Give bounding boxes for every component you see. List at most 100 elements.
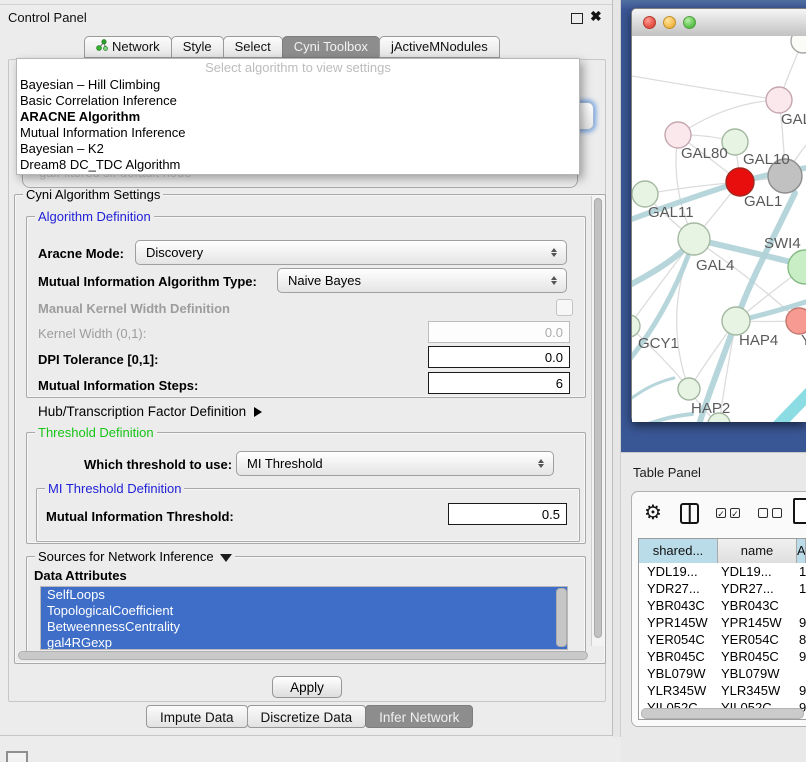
column-header-shared[interactable]: shared... xyxy=(639,539,718,563)
docked-panel-icon[interactable] xyxy=(6,751,28,762)
network-node[interactable] xyxy=(722,307,750,335)
new-document-icon[interactable] xyxy=(793,498,806,524)
mi-threshold-label: Mutual Information Threshold: xyxy=(46,509,234,524)
network-edge[interactable] xyxy=(632,414,692,422)
table-row[interactable]: YDR27...YDR27...12 xyxy=(639,580,806,597)
tab-jactivemnodules[interactable]: jActiveMNodules xyxy=(379,36,500,58)
column-header-a[interactable]: A xyxy=(797,539,806,563)
node-table: shared...nameA YDL19...YDL19...13YDR27..… xyxy=(638,538,806,720)
select-all-columns-icon[interactable]: ✓ ✓ xyxy=(716,508,740,518)
table-row[interactable]: YBL079WYBL079W xyxy=(639,665,806,682)
node-label: Y xyxy=(801,332,806,349)
which-threshold-label: Which threshold to use: xyxy=(84,457,232,472)
tab-infer-network[interactable]: Infer Network xyxy=(365,705,473,728)
cell: 9. xyxy=(799,648,806,665)
which-threshold-select[interactable]: MI Threshold xyxy=(236,451,554,476)
table-row[interactable]: YER054CYER054C8. xyxy=(639,631,806,648)
gear-icon[interactable]: ⚙ xyxy=(644,500,662,525)
node-label: GAL4 xyxy=(696,257,734,274)
node-label: GAL11 xyxy=(648,204,694,221)
settings-vertical-scrollbar[interactable] xyxy=(591,196,604,646)
attribute-item-topologicalcoefficient[interactable]: TopologicalCoefficient xyxy=(41,603,567,619)
attribute-item-selfloops[interactable]: SelfLoops xyxy=(41,587,567,603)
network-edge[interactable] xyxy=(632,76,779,100)
apply-button[interactable]: Apply xyxy=(272,676,342,698)
network-node[interactable] xyxy=(791,36,806,53)
cell: YDR27... xyxy=(721,580,774,597)
tab-select[interactable]: Select xyxy=(223,36,283,58)
algorithm-option-bayesian-k2[interactable]: Bayesian – K2 xyxy=(17,141,579,157)
traffic-light-zoom-icon[interactable] xyxy=(683,16,696,29)
close-icon[interactable]: ✖ xyxy=(590,8,602,25)
hub-definition-toggle[interactable]: Hub/Transcription Factor Definition xyxy=(38,404,262,419)
dpi-tolerance-label: DPI Tolerance [0,1]: xyxy=(38,352,158,367)
node-label: HAP4 xyxy=(739,332,778,349)
kernel-width-label: Kernel Width (0,1): xyxy=(38,326,146,341)
network-node[interactable] xyxy=(788,250,806,284)
tab-style[interactable]: Style xyxy=(171,36,224,58)
network-node[interactable] xyxy=(632,315,640,337)
table-row[interactable]: YLR345WYLR345W9. xyxy=(639,682,806,699)
network-window-titlebar[interactable] xyxy=(632,9,806,37)
cell: YBR043C xyxy=(647,597,705,614)
node-label: SWI4 xyxy=(764,235,801,252)
tab-cyni-toolbox[interactable]: Cyni Toolbox xyxy=(282,36,380,58)
group-title: Algorithm Definition xyxy=(35,209,154,224)
panel-divider[interactable] xyxy=(613,0,621,737)
kernel-width-input[interactable] xyxy=(428,321,570,343)
cell: 13 xyxy=(799,563,806,580)
float-window-icon[interactable] xyxy=(571,13,583,24)
attribute-item-betweennesscentrality[interactable]: BetweennessCentrality xyxy=(41,619,567,635)
algorithm-option-bayesian-hill-climbing[interactable]: Bayesian – Hill Climbing xyxy=(17,77,579,93)
tab-discretize-data[interactable]: Discretize Data xyxy=(247,705,367,728)
manual-kernel-checkbox[interactable] xyxy=(556,299,573,316)
cell: YBR045C xyxy=(721,648,779,665)
traffic-light-close-icon[interactable] xyxy=(643,16,656,29)
expand-arrow-icon xyxy=(254,407,262,417)
table-horizontal-scrollbar[interactable] xyxy=(641,707,804,718)
algorithm-dropdown-list: Select algorithm to view settings Bayesi… xyxy=(16,58,580,175)
algorithm-option-mutual-information-inference[interactable]: Mutual Information Inference xyxy=(17,125,579,141)
mi-type-select[interactable]: Naive Bayes xyxy=(277,268,567,293)
network-node[interactable] xyxy=(678,378,700,400)
deselect-all-columns-icon[interactable] xyxy=(758,508,782,518)
mi-steps-input[interactable] xyxy=(428,372,570,394)
algorithm-option-aracne-algorithm[interactable]: ARACNE Algorithm xyxy=(17,109,579,125)
column-header-name[interactable]: name xyxy=(718,539,797,563)
node-label: GAL1 xyxy=(744,193,782,210)
settings-horizontal-scrollbar[interactable] xyxy=(17,650,589,662)
network-edge[interactable] xyxy=(632,378,674,404)
attribute-list-scrollbar[interactable] xyxy=(556,588,567,647)
network-canvas[interactable]: GALGAL80GAL10GAL1GAL11SWI4GAL4GCY1HAP4YH… xyxy=(632,36,806,422)
combo-stepper-icon xyxy=(533,459,549,468)
split-view-icon[interactable] xyxy=(680,503,699,524)
algorithm-option-basic-correlation-inference[interactable]: Basic Correlation Inference xyxy=(17,93,579,109)
network-edge[interactable] xyxy=(768,384,806,422)
table-row[interactable]: YBR045CYBR045C9. xyxy=(639,648,806,665)
network-edge[interactable] xyxy=(678,100,779,135)
mi-type-label: Mutual Information Algorithm Type: xyxy=(38,274,257,289)
dropdown-hint: Select algorithm to view settings xyxy=(17,59,579,77)
tab-impute-data[interactable]: Impute Data xyxy=(146,705,248,728)
table-row[interactable]: YBR043CYBR043C xyxy=(639,597,806,614)
table-rows: YDL19...YDL19...13YDR27...YDR27...12YBR0… xyxy=(639,563,806,716)
network-node[interactable] xyxy=(678,223,710,255)
tab-label: Select xyxy=(235,36,271,58)
dpi-tolerance-input[interactable] xyxy=(428,346,570,368)
sources-group-title[interactable]: Sources for Network Inference xyxy=(35,549,235,564)
network-graph: GALGAL80GAL10GAL1GAL11SWI4GAL4GCY1HAP4YH… xyxy=(632,36,806,422)
network-node[interactable] xyxy=(786,308,806,334)
network-node[interactable] xyxy=(726,168,754,196)
tab-network[interactable]: Network xyxy=(84,36,172,58)
attribute-item-gal4rgexp[interactable]: gal4RGexp xyxy=(41,635,567,650)
algorithm-option-dream8-dc-tdc-algorithm[interactable]: Dream8 DC_TDC Algorithm xyxy=(17,157,579,173)
table-row[interactable]: YDL19...YDL19...13 xyxy=(639,563,806,580)
traffic-light-minimize-icon[interactable] xyxy=(663,16,676,29)
network-node[interactable] xyxy=(766,87,792,113)
aracne-mode-select[interactable]: Discovery xyxy=(135,240,567,265)
mi-threshold-input[interactable] xyxy=(448,503,567,525)
mi-steps-label: Mutual Information Steps: xyxy=(38,378,198,393)
cell: YER054C xyxy=(721,631,779,648)
cell: 9. xyxy=(799,614,806,631)
table-row[interactable]: YPR145WYPR145W9. xyxy=(639,614,806,631)
